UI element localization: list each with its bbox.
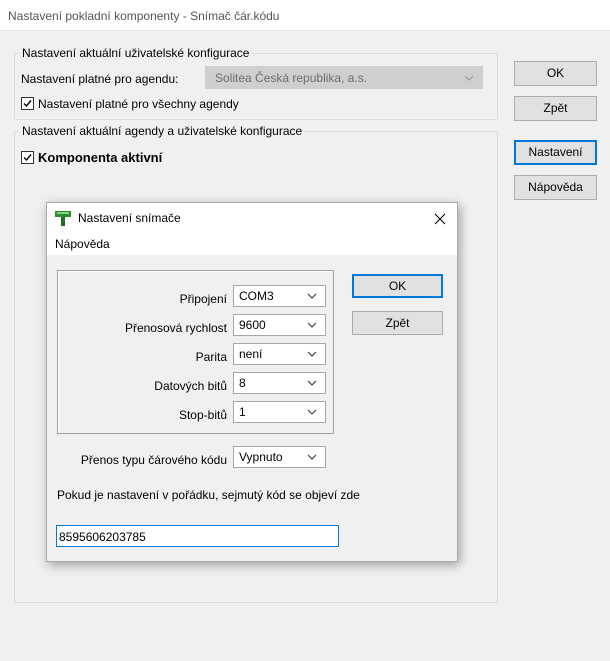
scanned-code-value: 8595606203785 bbox=[59, 530, 146, 544]
barcode-type-label: Přenos typu čárového kódu bbox=[80, 453, 227, 467]
dialog-back-button[interactable]: Zpět bbox=[352, 311, 443, 335]
chevron-down-icon bbox=[307, 351, 317, 357]
field-label: Datových bitů bbox=[154, 379, 227, 393]
window-title: Nastavení pokladní komponenty - Snímač č… bbox=[8, 9, 280, 23]
field-label: Stop-bitů bbox=[178, 408, 227, 422]
combo-value: Vypnuto bbox=[239, 450, 283, 464]
help-button[interactable]: Nápověda bbox=[514, 175, 597, 200]
close-icon[interactable] bbox=[434, 213, 446, 225]
parity-combo[interactable]: není bbox=[233, 343, 326, 365]
checkmark-icon bbox=[23, 154, 32, 162]
combo-value: 1 bbox=[239, 405, 246, 419]
combo-value: 8 bbox=[239, 376, 246, 390]
chevron-down-icon bbox=[307, 409, 317, 415]
back-button[interactable]: Zpět bbox=[514, 96, 597, 121]
chevron-down-icon bbox=[307, 322, 317, 328]
field-label: Parita bbox=[195, 350, 227, 364]
combo-value: není bbox=[239, 347, 263, 361]
settings-button[interactable]: Nastavení bbox=[514, 140, 597, 165]
chevron-down-icon bbox=[464, 75, 474, 81]
field-label: Přenosová rychlost bbox=[124, 321, 227, 335]
agenda-combo[interactable]: Solitea Česká republika, a.s. bbox=[205, 66, 483, 89]
connection-combo[interactable]: COM3 bbox=[233, 285, 326, 307]
menu-item-help[interactable]: Nápověda bbox=[55, 237, 110, 251]
agenda-label: Nastavení platné pro agendu: bbox=[21, 72, 179, 86]
dialog-menu-bar: Nápověda bbox=[47, 233, 457, 256]
chevron-down-icon bbox=[307, 380, 317, 386]
all-agendas-label: Nastavení platné pro všechny agendy bbox=[38, 97, 239, 111]
data-bits-combo[interactable]: 8 bbox=[233, 372, 326, 394]
barcode-scanner-icon bbox=[55, 211, 71, 226]
combo-value: COM3 bbox=[239, 289, 274, 303]
dialog-title: Nastavení snímače bbox=[78, 211, 181, 225]
scanner-settings-dialog: Nastavení snímače Nápověda Připojení COM… bbox=[46, 202, 458, 562]
field-label: Připojení bbox=[179, 292, 227, 306]
ok-button[interactable]: OK bbox=[514, 61, 597, 86]
chevron-down-icon bbox=[307, 454, 317, 460]
baud-rate-combo[interactable]: 9600 bbox=[233, 314, 326, 336]
chevron-down-icon bbox=[307, 293, 317, 299]
scanned-code-input[interactable]: 8595606203785 bbox=[56, 525, 339, 547]
combo-value: 9600 bbox=[239, 318, 266, 332]
dialog-title-bar: Nastavení snímače bbox=[47, 203, 457, 233]
barcode-type-combo[interactable]: Vypnuto bbox=[233, 446, 326, 468]
dialog-ok-button[interactable]: OK bbox=[352, 274, 443, 298]
component-active-label: Komponenta aktivní bbox=[38, 150, 163, 165]
user-config-legend: Nastavení aktuální uživatelské konfigura… bbox=[19, 46, 253, 60]
stop-bits-combo[interactable]: 1 bbox=[233, 401, 326, 423]
component-active-checkbox[interactable] bbox=[21, 151, 34, 164]
agenda-combo-value: Solitea Česká republika, a.s. bbox=[215, 71, 368, 85]
checkmark-icon bbox=[23, 100, 32, 108]
window-title-bar: Nastavení pokladní komponenty - Snímač č… bbox=[0, 0, 610, 31]
info-text: Pokud je nastavení v pořádku, sejmutý kó… bbox=[57, 488, 360, 502]
agenda-config-legend: Nastavení aktuální agendy a uživatelské … bbox=[19, 124, 306, 138]
all-agendas-checkbox[interactable] bbox=[21, 97, 34, 110]
